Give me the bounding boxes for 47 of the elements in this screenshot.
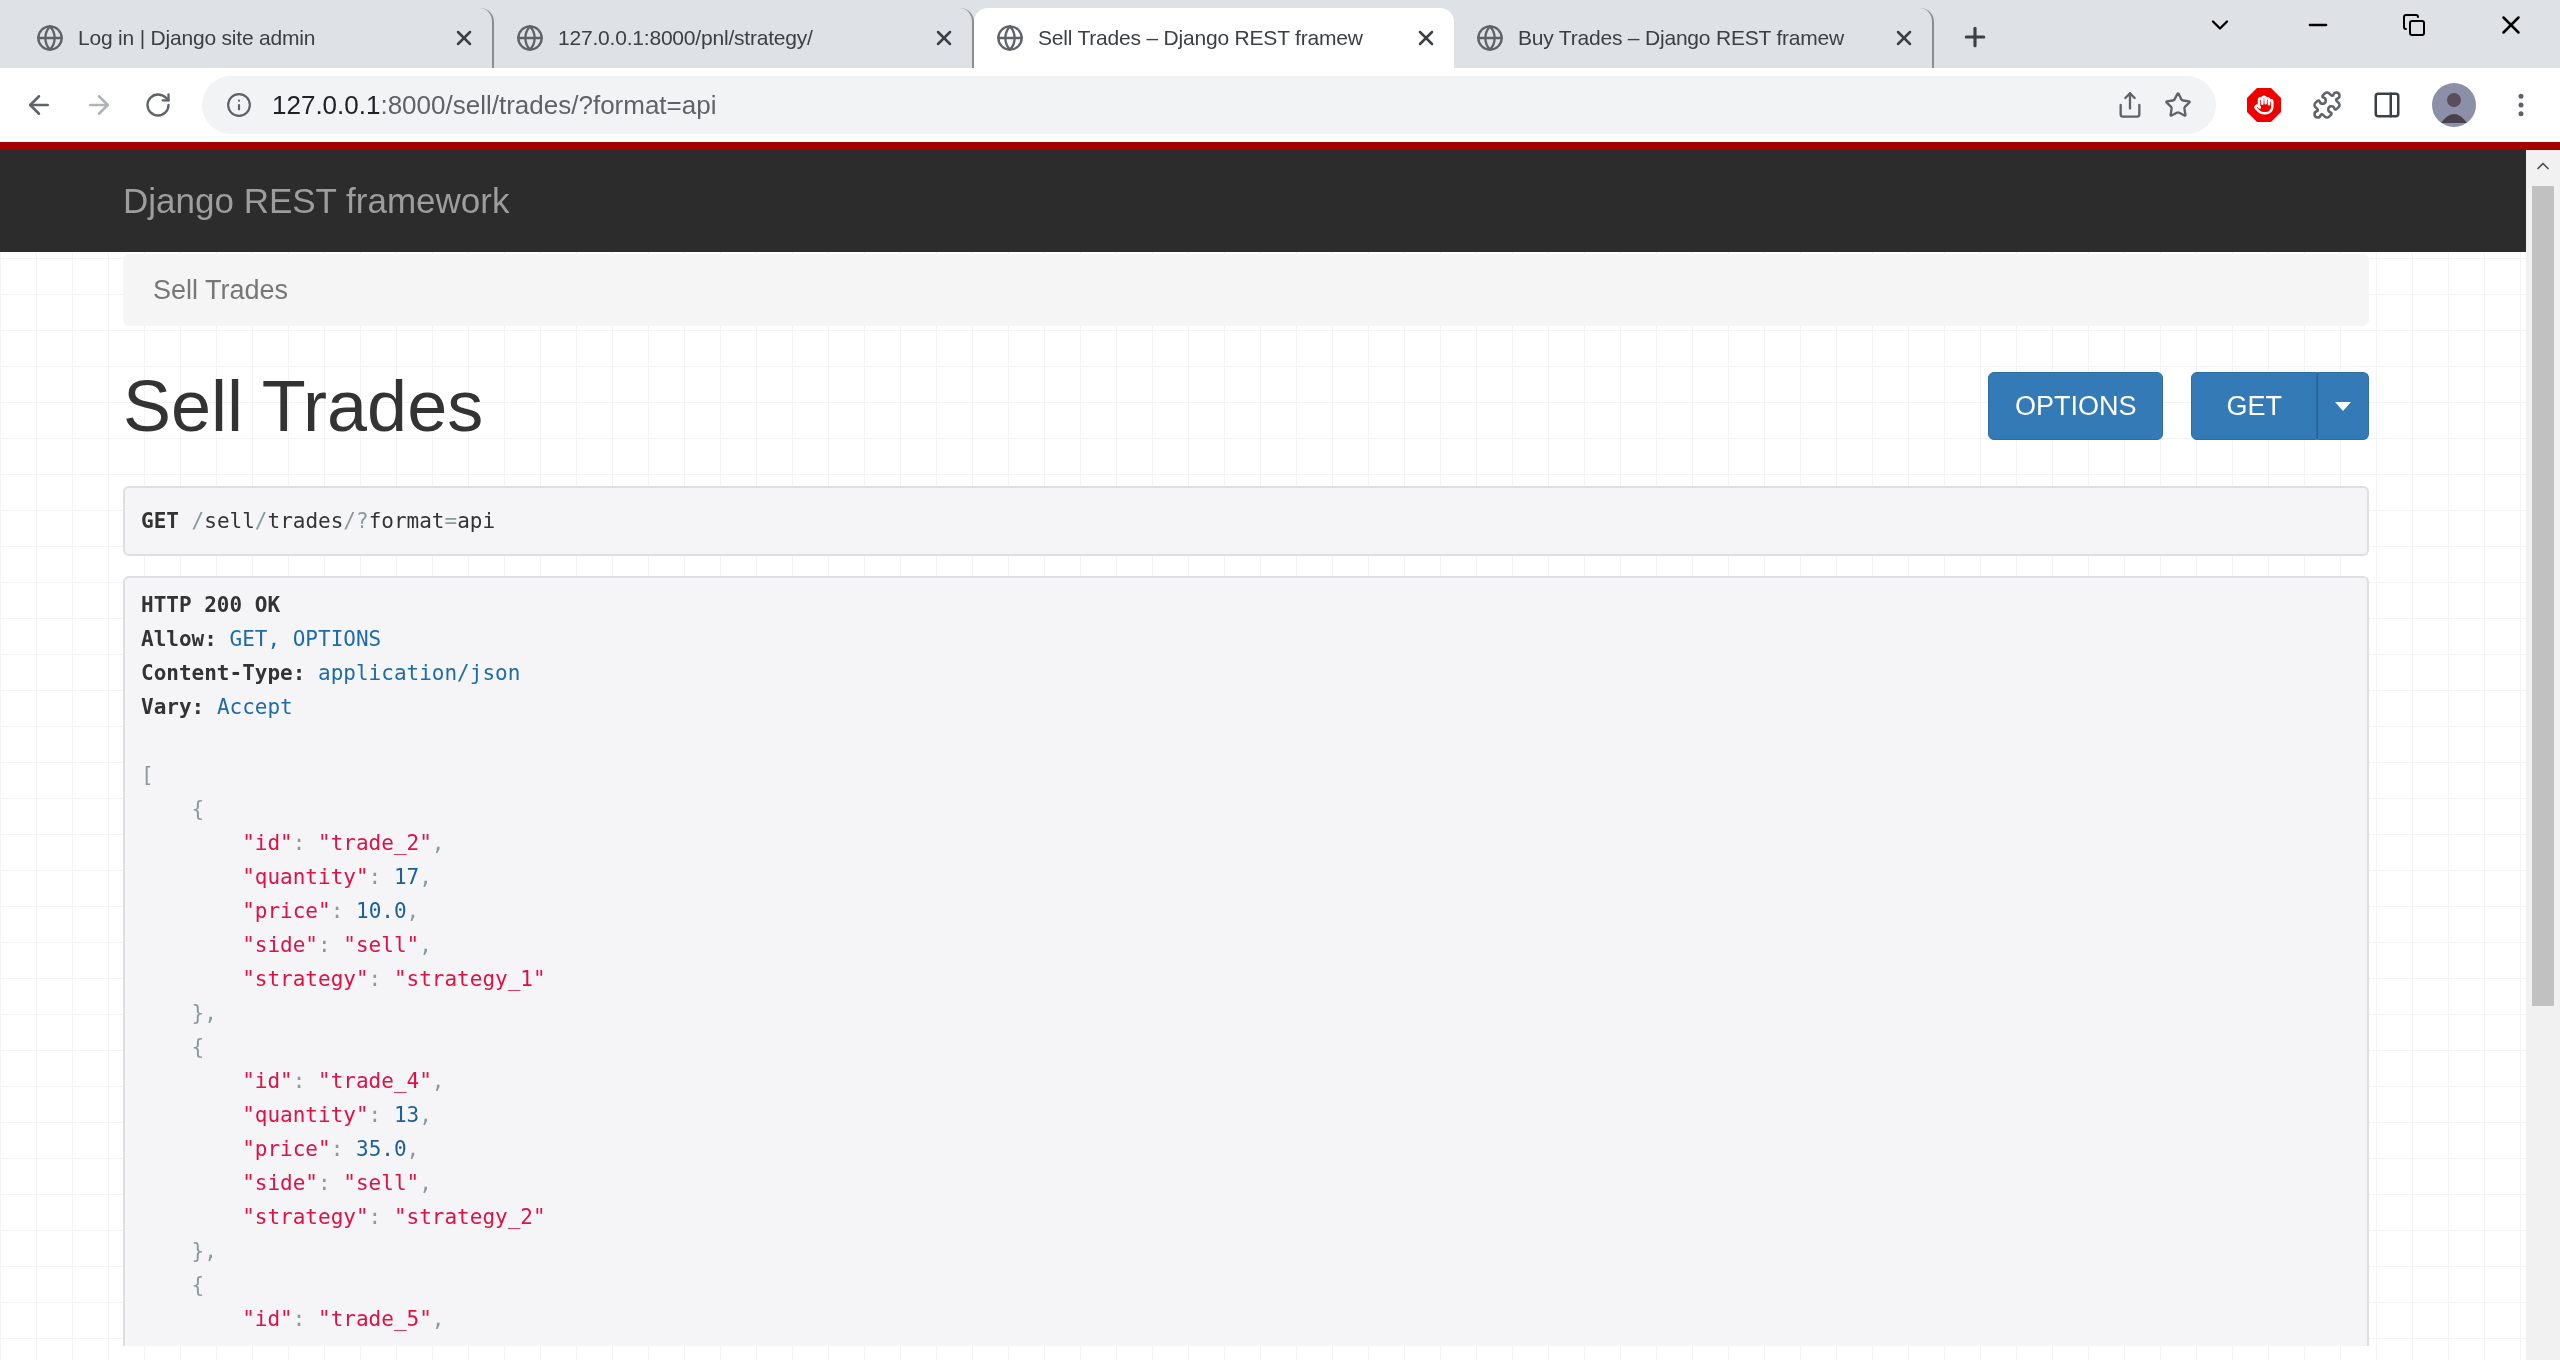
star-icon[interactable]	[2164, 91, 2192, 119]
stop-hand-icon[interactable]	[2246, 87, 2282, 123]
code-line: "quantity": 13,	[241, 1102, 433, 1129]
dropdown-button[interactable]	[2317, 372, 2369, 440]
caret-icon	[2335, 401, 2351, 411]
code-line: {	[190, 1272, 206, 1299]
code-line: "quantity": 17,	[241, 864, 433, 891]
code-line: "id": "trade_4",	[241, 1068, 446, 1095]
code-line: {	[190, 796, 206, 823]
scrollbar-thumb[interactable]	[2532, 186, 2554, 1006]
browser-tab[interactable]: Sell Trades – Django REST framew	[974, 8, 1454, 68]
puzzle-icon[interactable]	[2312, 90, 2342, 120]
code-line: },	[190, 1000, 218, 1027]
header-line: Allow: GET, OPTIONS	[141, 626, 383, 653]
code-line: "price": 35.0,	[241, 1136, 421, 1163]
reload-icon[interactable]	[144, 91, 172, 119]
code-line: "price": 10.0,	[241, 898, 421, 925]
globe-icon	[36, 24, 64, 52]
breadcrumb-item[interactable]: Sell Trades	[153, 274, 289, 306]
code-line: },	[190, 1238, 218, 1265]
code-line: "side": "sell",	[241, 932, 433, 959]
code-line: "side": "sell",	[241, 1170, 433, 1197]
avatar-icon[interactable]	[2432, 83, 2476, 127]
code-line: "id": "trade_5",	[241, 1306, 446, 1333]
url-path: :8000/sell/trades/?format=api	[380, 89, 717, 121]
code-line: "strategy": "strategy_1"	[241, 966, 547, 993]
globe-icon	[1476, 24, 1504, 52]
page-title: Sell Trades	[123, 365, 484, 447]
address-bar[interactable]: 127.0.0.1:8000/sell/trades/?format=api	[202, 76, 2216, 134]
globe-icon	[516, 24, 544, 52]
code-line: [	[141, 762, 155, 789]
options-button[interactable]: OPTIONS	[1987, 372, 2164, 440]
url-host: 127.0.0.1	[272, 89, 381, 121]
header-line: Vary: Accept	[141, 694, 294, 721]
scrollbar[interactable]	[2526, 150, 2560, 1360]
globe-icon	[996, 24, 1024, 52]
info-icon[interactable]	[226, 92, 252, 118]
code-line: "strategy": "strategy_2"	[241, 1204, 547, 1231]
side-panel-icon[interactable]	[2372, 90, 2402, 120]
brand-link[interactable]: Django REST framework	[123, 181, 510, 221]
restore-icon[interactable]	[2402, 13, 2426, 37]
status-line: HTTP 200 OK	[141, 592, 282, 619]
header-line: Content-Type: application/json	[141, 660, 522, 687]
request-line: GET /sell/trades/?format=api	[141, 508, 496, 535]
code-line: {	[190, 1034, 206, 1061]
get-button[interactable]: GET	[2191, 372, 2317, 440]
code-line: "id": "trade_2",	[241, 830, 446, 857]
